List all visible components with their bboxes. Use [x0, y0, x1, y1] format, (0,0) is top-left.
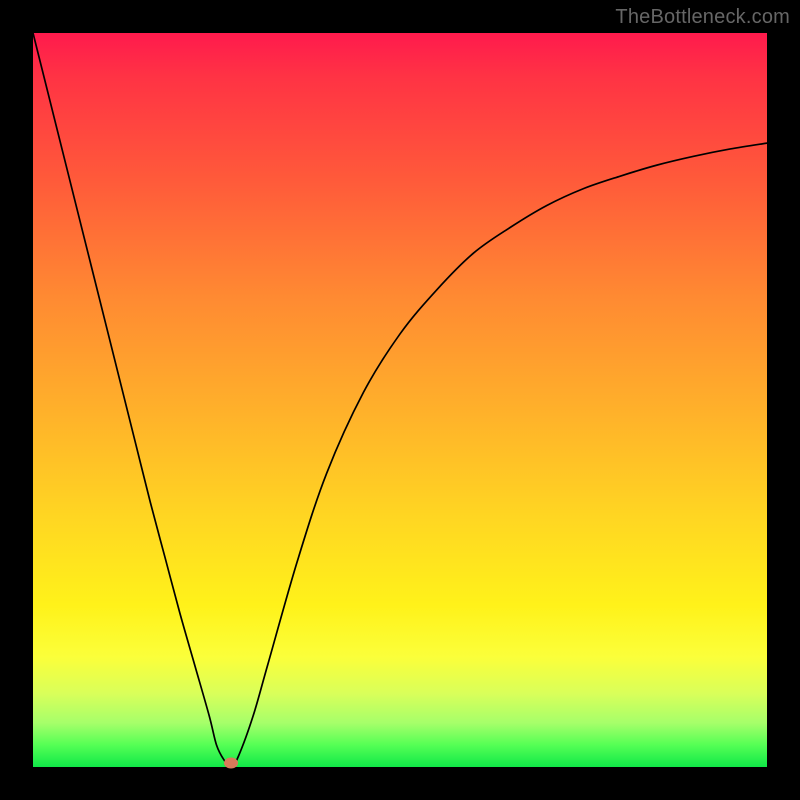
bottleneck-curve [33, 33, 767, 767]
plot-area [33, 33, 767, 767]
minimum-marker [224, 758, 238, 769]
chart-frame: TheBottleneck.com [0, 0, 800, 800]
watermark-text: TheBottleneck.com [615, 6, 790, 29]
